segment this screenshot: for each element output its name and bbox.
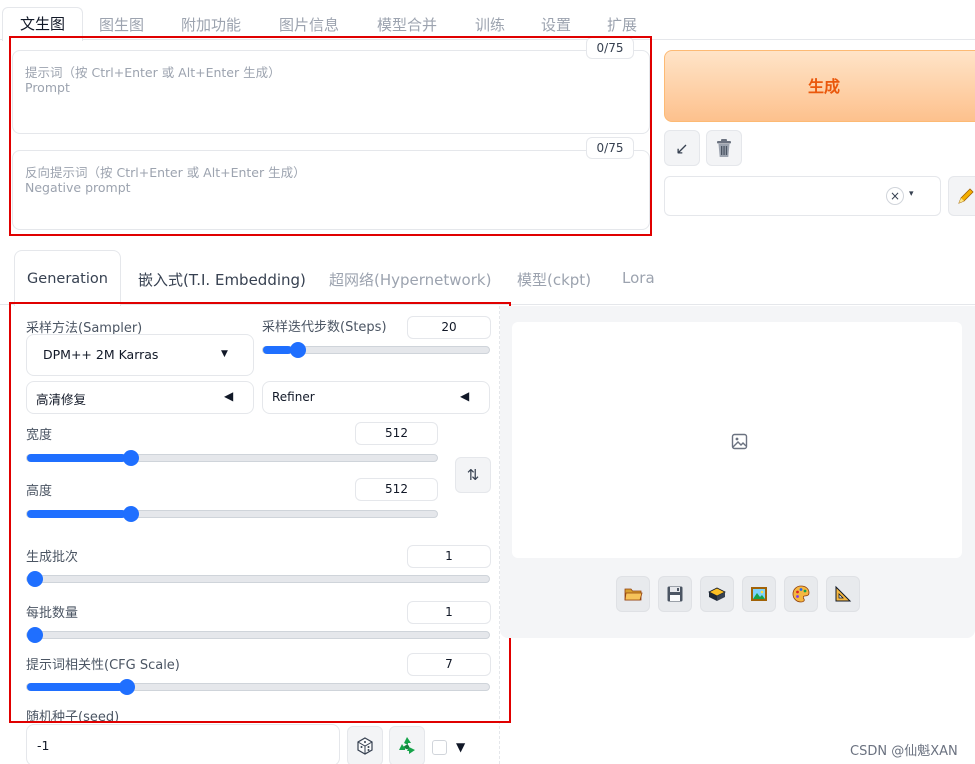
watermark: CSDN @仙魁XAN xyxy=(850,744,958,759)
chevron-down-icon[interactable]: ▾ xyxy=(909,189,914,199)
tab-extensions[interactable]: 扩展 xyxy=(607,14,637,35)
sampler-select[interactable]: DPM++ 2M Karras ▼ xyxy=(26,334,254,376)
cfg-scale-slider-fill xyxy=(27,683,123,691)
triangular-ruler-icon xyxy=(835,585,852,602)
negative-prompt-token-counter: 0/75 xyxy=(586,137,634,159)
cfg-scale-slider[interactable] xyxy=(26,679,490,695)
edit-styles-button[interactable] xyxy=(948,176,975,216)
trash-icon xyxy=(717,139,731,157)
prompt-placeholder-en: Prompt xyxy=(25,80,70,95)
steps-slider-fill xyxy=(263,346,292,354)
tab-checkpoint[interactable]: 模型(ckpt) xyxy=(517,269,591,290)
send-to-img2img-button[interactable] xyxy=(742,576,776,612)
floppy-disk-icon xyxy=(667,586,683,602)
chevron-down-icon[interactable]: ▼ xyxy=(456,740,465,754)
chevron-down-icon: ▼ xyxy=(221,349,228,359)
clear-prompt-button[interactable] xyxy=(706,130,742,166)
hires-fix-label: 高清修复 xyxy=(36,392,87,407)
width-slider-thumb[interactable] xyxy=(122,450,139,466)
reuse-seed-button[interactable] xyxy=(389,726,425,764)
image-placeholder-icon xyxy=(731,433,748,450)
prompt-input[interactable]: 提示词（按 Ctrl+Enter 或 Alt+Enter 生成） Prompt xyxy=(12,50,650,134)
swap-icon: ⇅ xyxy=(466,466,480,484)
tab-train[interactable]: 训练 xyxy=(475,14,505,35)
top-tab-bar: 文生图 图生图 附加功能 图片信息 模型合并 训练 设置 扩展 xyxy=(0,0,975,41)
pencil-icon xyxy=(958,188,974,204)
hires-fix-accordion[interactable]: 高清修复 ◀ xyxy=(26,381,254,414)
framed-picture-icon xyxy=(751,587,767,601)
prompt-placeholder: 提示词（按 Ctrl+Enter 或 Alt+Enter 生成） xyxy=(25,65,281,80)
extra-seed-checkbox[interactable] xyxy=(432,740,447,755)
generate-button[interactable]: 生成 xyxy=(664,50,975,122)
batch-size-label: 每批数量 xyxy=(26,606,79,621)
height-slider-thumb[interactable] xyxy=(122,506,139,522)
batch-count-slider-thumb[interactable] xyxy=(27,571,43,587)
extra-networks-tab-bar: Generation 嵌入式(T.I. Embedding) 超网络(Hyper… xyxy=(0,250,975,306)
random-seed-button[interactable] xyxy=(347,726,383,764)
height-label: 高度 xyxy=(26,484,53,499)
seed-label: 随机种子(seed) xyxy=(26,710,120,725)
cfg-scale-input[interactable]: 7 xyxy=(407,653,491,676)
tab-png-info[interactable]: 图片信息 xyxy=(279,14,339,35)
tab-extras[interactable]: 附加功能 xyxy=(181,14,241,35)
tab-lora[interactable]: Lora xyxy=(622,269,655,287)
width-label: 宽度 xyxy=(26,428,53,443)
width-slider[interactable] xyxy=(26,450,438,466)
height-slider-fill xyxy=(27,510,127,518)
batch-count-slider[interactable] xyxy=(26,571,490,587)
clear-icon[interactable]: × xyxy=(886,187,904,205)
send-to-inpaint-button[interactable] xyxy=(784,576,818,612)
batch-size-slider[interactable] xyxy=(26,627,490,643)
palette-icon xyxy=(792,585,810,603)
zip-button[interactable] xyxy=(700,576,734,612)
read-params-button[interactable]: ↙ xyxy=(664,130,700,166)
negative-prompt-placeholder-en: Negative prompt xyxy=(25,180,131,195)
width-input[interactable]: 512 xyxy=(355,422,438,445)
collapse-triangle-icon: ◀ xyxy=(224,389,234,403)
seed-value: -1 xyxy=(37,738,50,753)
steps-slider-thumb[interactable] xyxy=(289,342,306,358)
batch-size-slider-thumb[interactable] xyxy=(27,627,43,643)
cfg-scale-label: 提示词相关性(CFG Scale) xyxy=(26,658,180,673)
open-folder-button[interactable] xyxy=(616,576,650,612)
arrow-down-left-icon: ↙ xyxy=(675,138,689,158)
save-button[interactable] xyxy=(658,576,692,612)
batch-count-label: 生成批次 xyxy=(26,550,79,565)
tab-img2img[interactable]: 图生图 xyxy=(99,14,144,35)
send-to-extras-button[interactable] xyxy=(826,576,860,612)
refiner-label: Refiner xyxy=(272,390,315,404)
tab-settings[interactable]: 设置 xyxy=(541,14,571,35)
tab-embedding[interactable]: 嵌入式(T.I. Embedding) xyxy=(138,269,306,290)
output-image-area xyxy=(512,322,962,558)
archive-box-icon xyxy=(708,587,726,601)
negative-prompt-input[interactable]: 反向提示词（按 Ctrl+Enter 或 Alt+Enter 生成） Negat… xyxy=(12,150,650,230)
sampler-value: DPM++ 2M Karras xyxy=(43,347,159,362)
batch-count-input[interactable]: 1 xyxy=(407,545,491,568)
width-slider-fill xyxy=(27,454,127,462)
batch-size-input[interactable]: 1 xyxy=(407,601,491,624)
tab-generation[interactable]: Generation xyxy=(14,250,121,306)
folder-icon xyxy=(624,588,643,601)
steps-slider[interactable] xyxy=(262,342,490,358)
height-slider[interactable] xyxy=(26,506,438,522)
tab-txt2img[interactable]: 文生图 xyxy=(2,7,83,41)
refiner-accordion[interactable]: Refiner ◀ xyxy=(262,381,490,414)
steps-label: 采样迭代步数(Steps) xyxy=(262,320,387,335)
recycle-icon xyxy=(399,737,415,754)
seed-input[interactable]: -1 xyxy=(26,724,340,764)
tab-merge[interactable]: 模型合并 xyxy=(377,14,437,35)
collapse-triangle-icon: ◀ xyxy=(460,389,470,403)
swap-dimensions-button[interactable]: ⇅ xyxy=(455,457,491,493)
tab-hypernetwork[interactable]: 超网络(Hypernetwork) xyxy=(329,269,491,290)
prompt-token-counter: 0/75 xyxy=(586,37,634,59)
height-input[interactable]: 512 xyxy=(355,478,438,501)
negative-prompt-placeholder: 反向提示词（按 Ctrl+Enter 或 Alt+Enter 生成） xyxy=(25,165,306,180)
dice-icon xyxy=(357,737,373,755)
steps-input[interactable]: 20 xyxy=(407,316,491,339)
styles-dropdown[interactable]: × ▾ xyxy=(664,176,941,216)
